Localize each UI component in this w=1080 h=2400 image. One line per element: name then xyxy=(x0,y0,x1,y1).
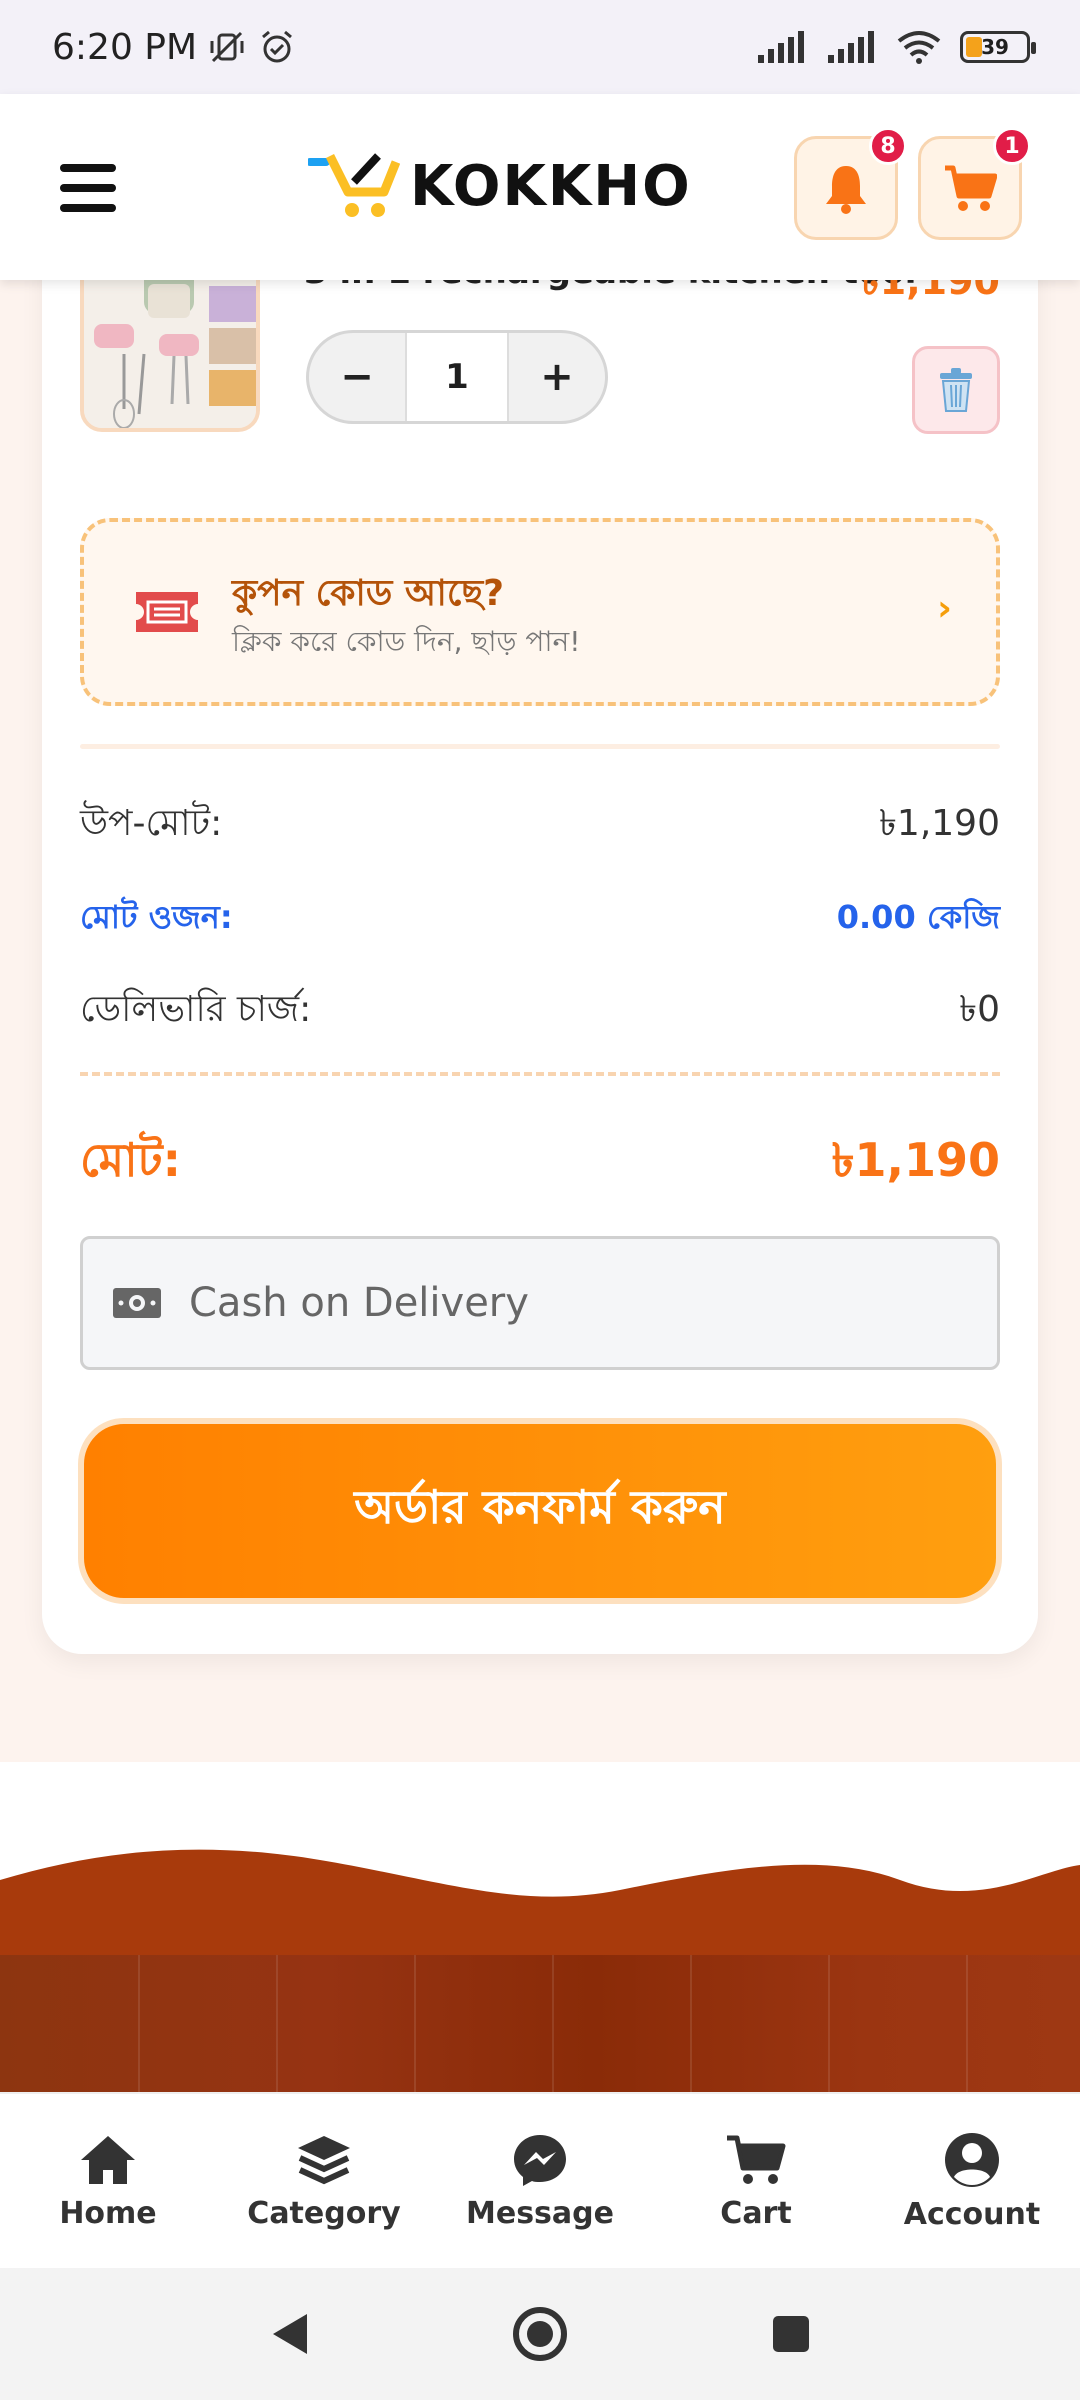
quantity-value[interactable]: 1 xyxy=(405,333,509,421)
cart-icon xyxy=(945,165,997,211)
subtotal-label: উপ-মোট: xyxy=(80,803,223,844)
weight-label: মোট ওজন: xyxy=(80,898,233,936)
delivery-row: ডেলিভারি চার্জ: ৳0 xyxy=(80,982,1000,1042)
home-icon xyxy=(81,2135,135,2184)
chevron-right-icon: › xyxy=(937,588,952,629)
cart-icon xyxy=(727,2135,786,2184)
total-value: ৳1,190 xyxy=(831,1133,1000,1187)
confirm-order-button[interactable]: অর্ডার কনফার্ম করুন xyxy=(78,1418,1002,1604)
system-navigation-bar xyxy=(0,2268,1080,2400)
layers-icon xyxy=(298,2135,350,2184)
nav-home[interactable]: Home xyxy=(0,2094,216,2268)
home-circle-icon[interactable] xyxy=(511,2305,569,2363)
bottom-navigation: Home Category Message Cart Account xyxy=(0,2092,1080,2268)
notifications-button[interactable]: 8 xyxy=(794,127,907,240)
nav-category-label: Category xyxy=(247,2195,401,2231)
signal-icon xyxy=(758,31,804,63)
cash-icon xyxy=(113,1288,161,1318)
nav-message[interactable]: Message xyxy=(432,2094,648,2268)
signal-icon-2 xyxy=(828,31,874,63)
delivery-label: ডেলিভারি চার্জ: xyxy=(80,989,312,1030)
decrease-quantity-button[interactable]: − xyxy=(309,333,405,421)
increase-quantity-button[interactable]: + xyxy=(509,333,605,421)
messenger-icon xyxy=(514,2134,566,2186)
menu-icon[interactable] xyxy=(60,164,116,212)
delivery-value: ৳0 xyxy=(959,989,1000,1030)
recents-icon[interactable] xyxy=(769,2312,813,2356)
nav-cart[interactable]: Cart xyxy=(648,2094,864,2268)
nav-account-label: Account xyxy=(903,2196,1041,2232)
subtotal-row: উপ-মোট: ৳1,190 xyxy=(80,796,1000,856)
status-time: 6:20 PM xyxy=(52,26,198,68)
nav-home-label: Home xyxy=(59,2195,157,2231)
nav-account[interactable]: Account xyxy=(864,2094,1080,2268)
notification-badge: 8 xyxy=(869,127,907,165)
battery-level: 39 xyxy=(981,35,1009,59)
coupon-box[interactable]: কুপন কোড আছে? ক্লিক করে কোড দিন, ছাড় পা… xyxy=(80,518,1000,706)
cart-badge: 1 xyxy=(993,127,1031,165)
coupon-title: কুপন কোড আছে? xyxy=(232,573,505,614)
payment-method-select[interactable]: Cash on Delivery xyxy=(80,1236,1000,1370)
total-row: মোট: ৳1,190 xyxy=(80,1126,1000,1202)
logo-cart-icon xyxy=(308,153,400,217)
bell-icon xyxy=(826,166,866,214)
subtotal-value: ৳1,190 xyxy=(879,803,1000,844)
wifi-icon xyxy=(897,31,941,64)
trash-icon xyxy=(940,368,972,412)
cart-header-button[interactable]: 1 xyxy=(918,127,1031,240)
app-header: KOKKHO 8 1 xyxy=(0,94,1080,280)
total-label: মোট: xyxy=(80,1133,182,1187)
confirm-order-label: অর্ডার কনফার্ম করুন xyxy=(354,1480,726,1534)
nav-category[interactable]: Category xyxy=(216,2094,432,2268)
footer-wave xyxy=(0,1849,1080,1960)
battery-icon: 39 xyxy=(960,31,1036,63)
logo[interactable]: KOKKHO xyxy=(308,148,692,224)
account-icon xyxy=(945,2132,999,2187)
divider xyxy=(80,744,1000,749)
dashed-divider xyxy=(80,1072,1000,1076)
payment-method-label: Cash on Delivery xyxy=(189,1280,529,1326)
footer-pattern xyxy=(0,1955,1080,2095)
coupon-subtitle: ক্লিক করে কোড দিন, ছাড় পান! xyxy=(232,625,581,658)
vibrate-off-icon xyxy=(210,31,244,63)
status-bar: 6:20 PM 39 xyxy=(0,0,1080,94)
remove-item-button[interactable] xyxy=(912,346,1000,434)
weight-value: 0.00 কেজি xyxy=(836,898,1000,936)
weight-row: মোট ওজন: 0.00 কেজি xyxy=(80,892,1000,946)
nav-cart-label: Cart xyxy=(720,2195,792,2231)
alarm-icon xyxy=(262,30,293,63)
logo-text: KOKKHO xyxy=(410,153,692,219)
back-icon[interactable] xyxy=(267,2310,311,2358)
cart-summary-card: 3 in 1 rechargeable kitchen tool ৳1,190 … xyxy=(42,230,1038,1654)
quantity-stepper: − 1 + xyxy=(306,330,608,424)
nav-message-label: Message xyxy=(466,2195,614,2231)
ticket-icon xyxy=(136,592,198,632)
